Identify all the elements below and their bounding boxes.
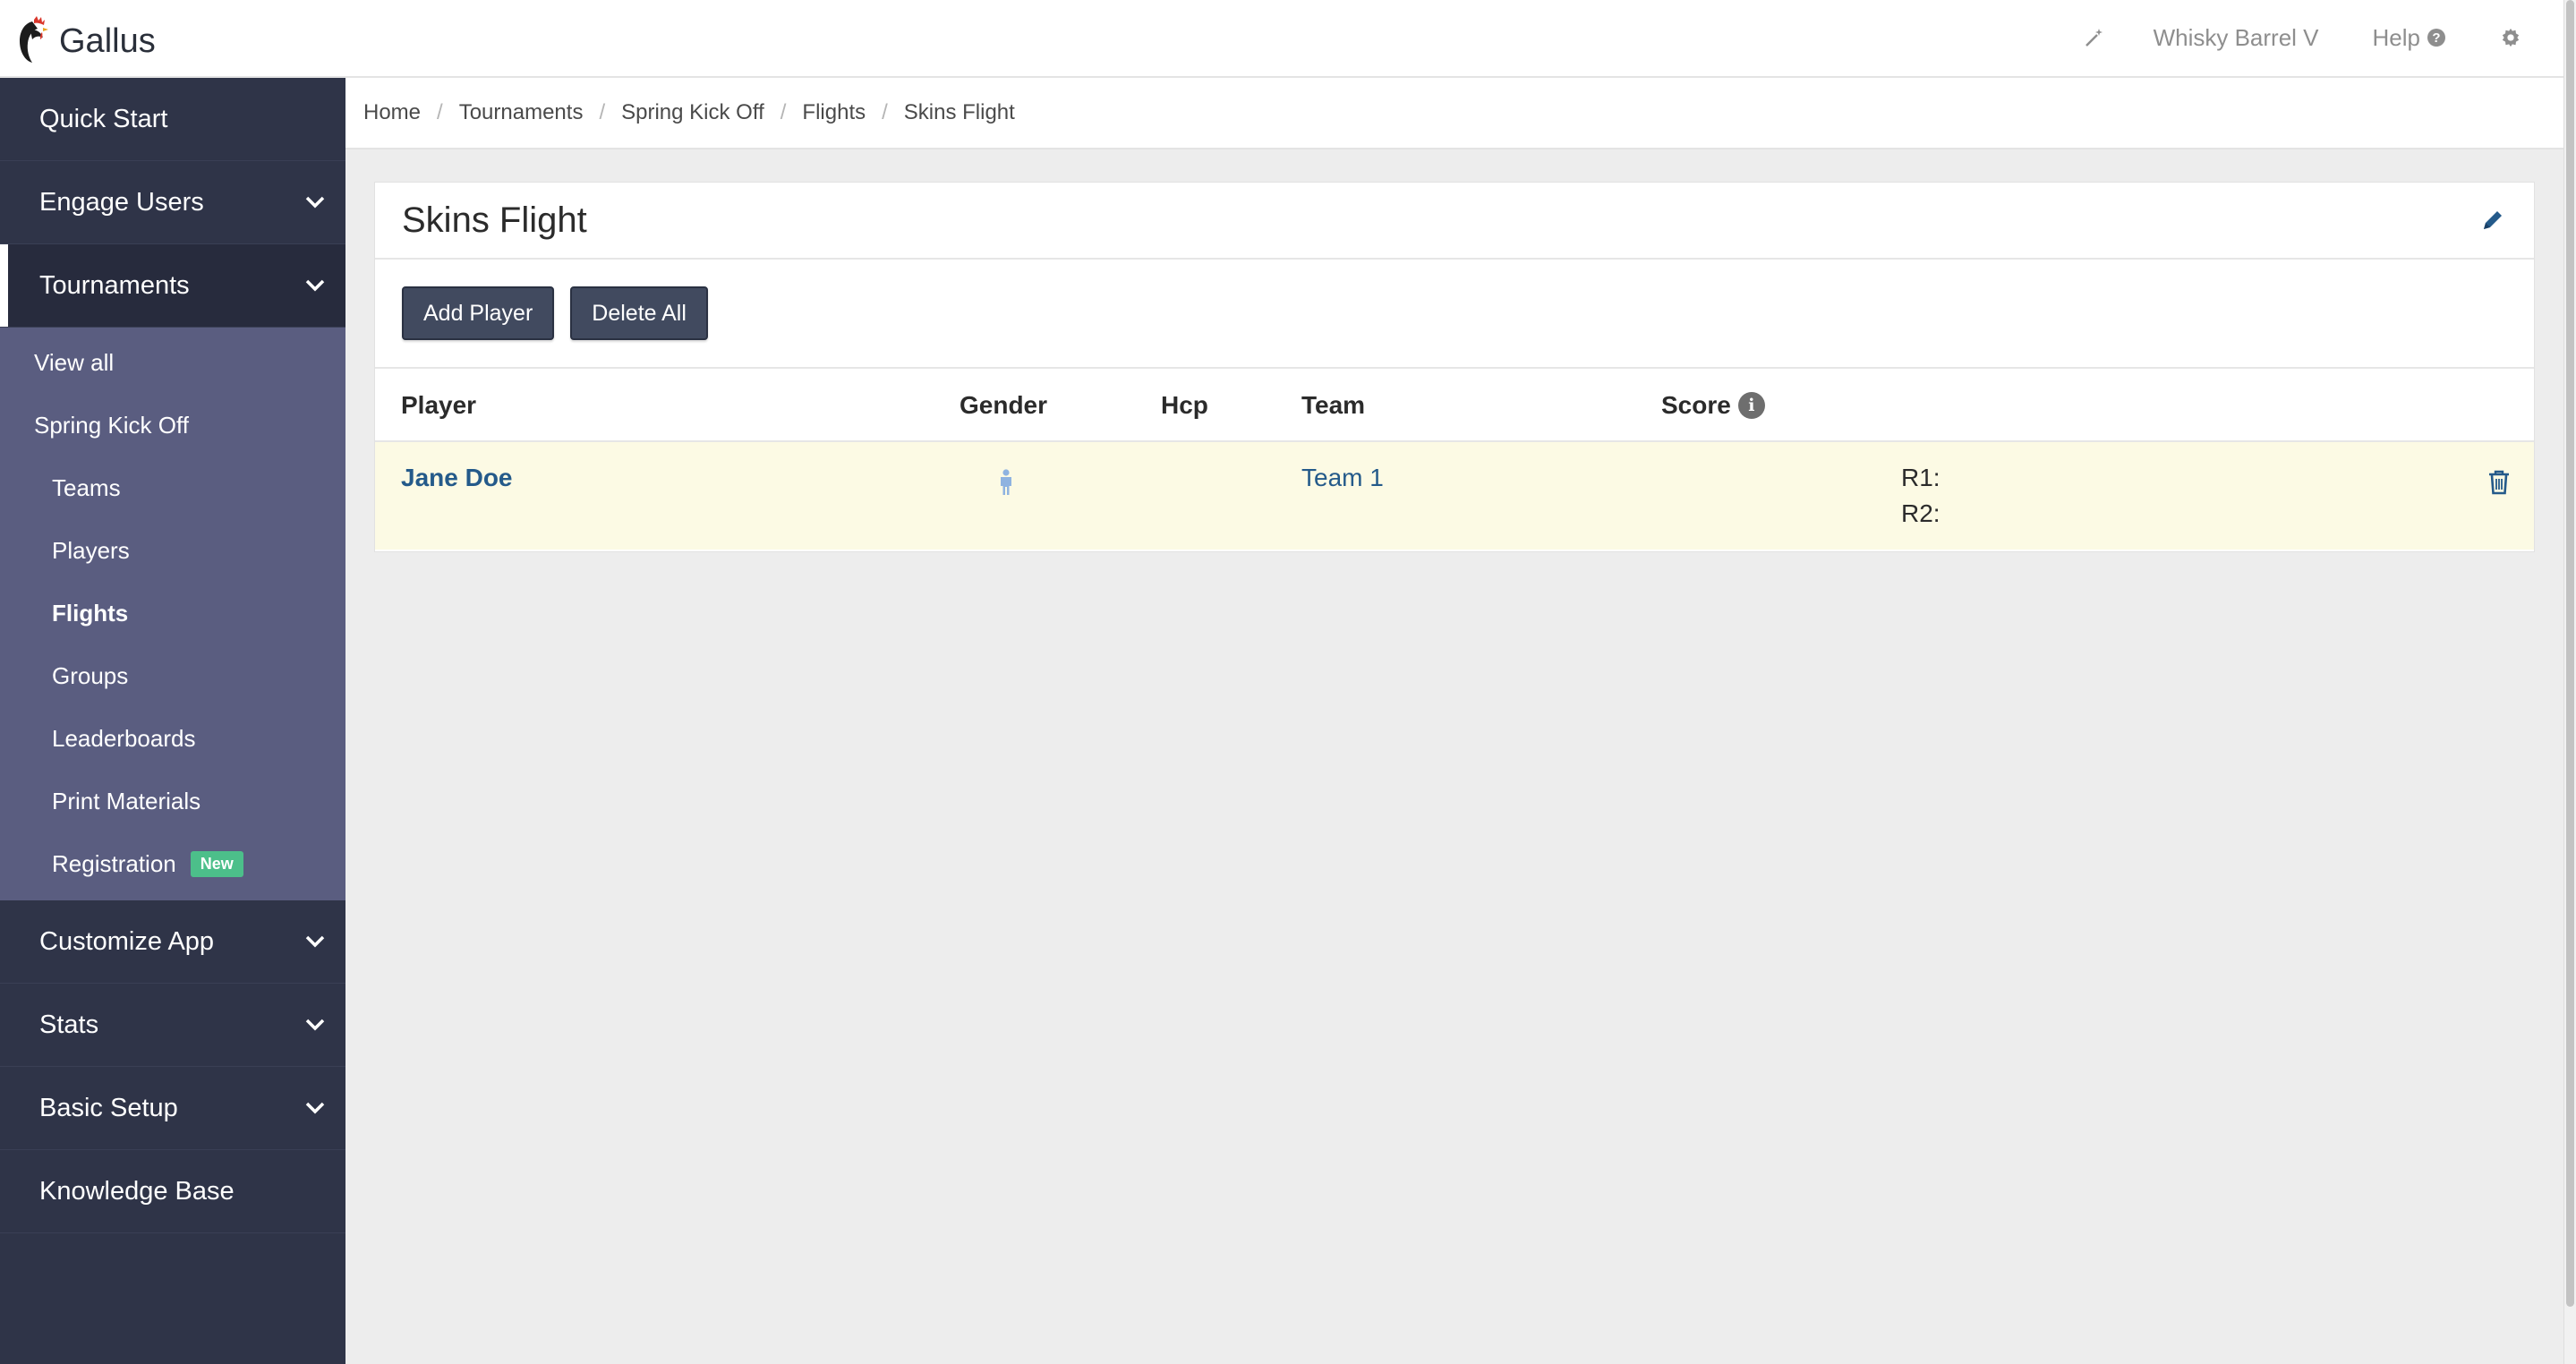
gear-icon[interactable] [2501,28,2521,47]
page-title: Skins Flight [402,200,587,240]
new-badge: New [190,850,243,877]
chevron-down-icon [305,196,325,209]
sidebar-item-basic-setup[interactable]: Basic Setup [0,1067,345,1150]
column-header-team[interactable]: Team [1301,369,1365,442]
table-row: Jane Doe Team 1 R1: R2: [375,442,2534,550]
breadcrumb-home[interactable]: Home [363,100,421,125]
panel-header: Skins Flight [375,183,2534,260]
breadcrumb-separator: / [599,100,606,124]
sidebar-item-flights[interactable]: Flights [0,582,345,644]
sidebar-item-label: Basic Setup [39,1093,178,1122]
breadcrumb-tournament[interactable]: Spring Kick Off [621,100,764,125]
panel-actions: Add Player Delete All [375,260,2534,369]
organization-switcher[interactable]: Whisky Barrel V [2154,24,2319,52]
sidebar-item-label: Knowledge Base [39,1176,235,1206]
page-scrollbar[interactable] [2563,0,2576,1364]
sidebar-item-label: Quick Start [39,104,168,133]
team-link[interactable]: Team 1 [1301,464,1384,492]
sidebar-item-spring-kick-off[interactable]: Spring Kick Off [0,394,345,456]
brand[interactable]: Gallus [13,16,156,66]
pencil-edit-icon[interactable] [2478,206,2507,234]
top-bar: Gallus Whisky Barrel V Help ? [0,0,2563,78]
chevron-down-icon [305,1019,325,1031]
sidebar-item-print-materials[interactable]: Print Materials [0,770,345,832]
top-actions: Whisky Barrel V Help ? [2084,0,2521,75]
breadcrumb-separator: / [780,100,787,124]
chevron-down-icon [305,935,325,948]
sidebar-item-customize-app[interactable]: Customize App [0,900,345,984]
sidebar-item-knowledge-base[interactable]: Knowledge Base [0,1150,345,1233]
sidebar-item-label: Registration [52,849,176,877]
column-header-hcp[interactable]: Hcp [1161,369,1208,442]
sidebar-item-label: Engage Users [39,187,204,217]
sidebar-item-label: Tournaments [39,270,190,300]
help-link[interactable]: Help ? [2373,24,2445,52]
round-1-score: R1: [1901,464,1941,491]
breadcrumb-separator: / [437,100,443,124]
sidebar-item-quick-start[interactable]: Quick Start [0,78,345,161]
info-icon[interactable]: i [1737,392,1765,419]
breadcrumb-current: Skins Flight [903,100,1015,124]
sidebar-item-leaderboards[interactable]: Leaderboards [0,707,345,770]
breadcrumb-separator: / [882,100,888,124]
person-icon [1001,469,1011,495]
question-circle-icon: ? [2427,29,2445,47]
sidebar-item-teams[interactable]: Teams [0,456,345,519]
breadcrumb-flights[interactable]: Flights [802,100,866,125]
rooster-logo-icon [20,16,48,63]
add-player-button[interactable]: Add Player [402,286,555,340]
breadcrumb-tournaments[interactable]: Tournaments [459,100,584,125]
player-name-link[interactable]: Jane Doe [401,464,513,492]
sidebar: Quick Start Engage Users Tournaments Vie… [0,78,345,1364]
column-header-label: Score [1661,391,1731,419]
sidebar-item-tournaments[interactable]: Tournaments [0,244,345,328]
sidebar-item-label: Customize App [39,926,215,956]
sidebar-item-stats[interactable]: Stats [0,984,345,1067]
sidebar-item-engage-users[interactable]: Engage Users [0,161,345,244]
help-label: Help [2372,23,2420,51]
delete-all-button[interactable]: Delete All [570,286,708,340]
column-header-score[interactable]: Score i [1661,369,1765,442]
sidebar-item-players[interactable]: Players [0,519,345,582]
flight-panel: Skins Flight Add Player Delete All Playe… [374,182,2535,552]
column-header-player[interactable]: Player [401,369,476,442]
sidebar-item-registration[interactable]: Registration New [0,832,345,895]
chevron-down-icon [305,279,325,292]
sidebar-item-view-all[interactable]: View all [0,331,345,394]
sidebar-item-label: Stats [39,1010,99,1039]
round-scores: R1: R2: [1901,460,1941,532]
tournaments-subnav: View all Spring Kick Off Teams Players F… [0,328,345,900]
chevron-down-icon [305,1102,325,1114]
breadcrumb: Home / Tournaments / Spring Kick Off / F… [345,78,2563,149]
trash-icon[interactable] [2487,469,2511,496]
sidebar-item-groups[interactable]: Groups [0,644,345,707]
scrollbar-thumb[interactable] [2566,0,2574,1307]
round-2-score: R2: [1901,499,1941,527]
column-header-gender[interactable]: Gender [960,369,1047,442]
magic-wand-icon[interactable] [2084,27,2105,48]
brand-name: Gallus [59,21,156,60]
table-header: Player Gender Hcp Team Score i [375,369,2534,442]
